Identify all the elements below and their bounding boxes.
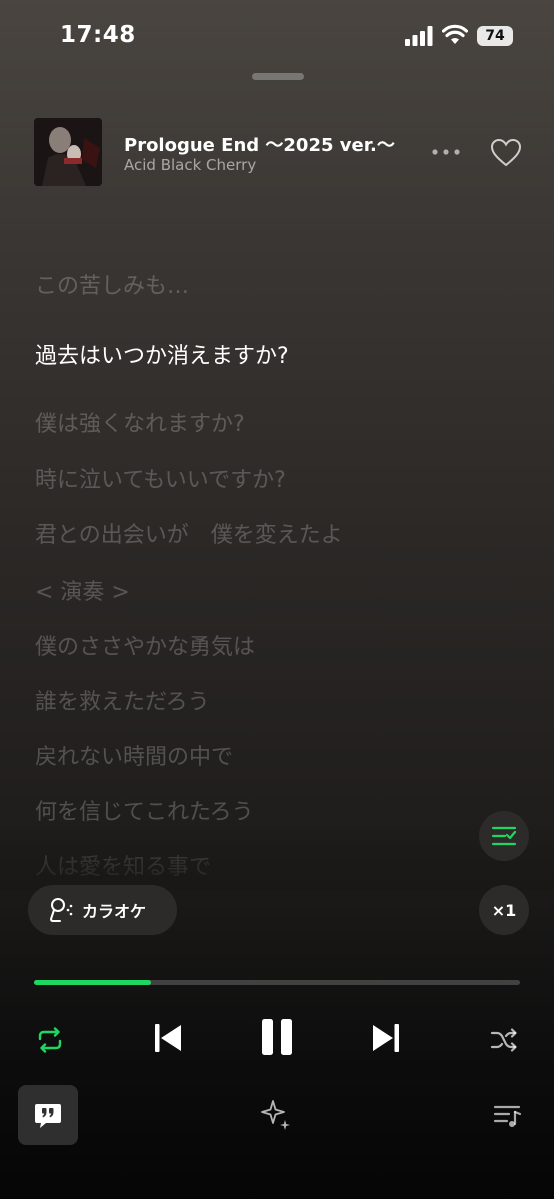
karaoke-label: カラオケ <box>82 902 147 921</box>
lyric-line[interactable]: 戻れない時間の中で <box>35 739 233 771</box>
lyric-line[interactable]: 僕のささやかな勇気は <box>35 629 255 661</box>
queue-icon <box>493 1105 522 1127</box>
lyrics-sync-button[interactable] <box>479 811 529 861</box>
karaoke-button[interactable]: カラオケ <box>28 885 177 935</box>
repeat-icon <box>38 1027 62 1053</box>
lyric-line[interactable]: 人は愛を知る事で <box>35 849 211 881</box>
pause-button[interactable] <box>254 1014 300 1060</box>
sheet-grabber[interactable] <box>252 73 304 80</box>
skip-next-icon <box>373 1024 399 1052</box>
shuffle-button[interactable] <box>484 1020 524 1060</box>
status-time: 17:48 <box>60 22 136 48</box>
wifi-icon <box>442 24 468 44</box>
battery-indicator: 74 <box>477 26 513 46</box>
album-art <box>34 118 102 186</box>
lyric-line[interactable]: < 演奏 > <box>35 574 130 606</box>
artist-name[interactable]: Acid Black Cherry <box>124 156 256 174</box>
lyric-line[interactable]: 何を信じてこれたろう <box>35 794 254 826</box>
previous-button[interactable] <box>146 1016 190 1060</box>
playback-speed-label: ×1 <box>491 900 517 920</box>
progress-bar[interactable] <box>34 980 520 985</box>
song-title[interactable]: Prologue End ～2025 ver.～ <box>124 131 395 157</box>
sparkle-icon <box>261 1100 290 1130</box>
cellular-signal-icon <box>405 26 433 46</box>
next-button[interactable] <box>364 1016 408 1060</box>
lyrics-button[interactable] <box>18 1085 78 1145</box>
like-heart-icon[interactable] <box>490 138 522 168</box>
repeat-button[interactable] <box>30 1020 70 1060</box>
skip-previous-icon <box>155 1024 181 1052</box>
lyric-line[interactable]: 僕は強くなれますか? <box>35 406 245 438</box>
sparkle-button[interactable] <box>256 1096 296 1134</box>
shuffle-icon <box>490 1028 517 1052</box>
more-options-icon[interactable] <box>430 140 462 164</box>
lyrics-list-check-icon <box>491 826 517 846</box>
lyric-line[interactable]: 時に泣いてもいいですか? <box>35 462 286 494</box>
lyric-line[interactable]: 君との出会いが 僕を変えたよ <box>35 517 343 549</box>
playback-speed-button[interactable]: ×1 <box>479 885 529 935</box>
pause-icon <box>262 1019 292 1055</box>
lyrics-icon <box>35 1104 61 1128</box>
lyric-line[interactable]: 誰を救えただろう <box>35 684 210 716</box>
lyric-line[interactable]: この苦しみも… <box>35 268 189 300</box>
microphone-icon <box>49 898 73 922</box>
progress-fill <box>34 980 151 985</box>
queue-button[interactable] <box>488 1098 528 1134</box>
lyric-line-current[interactable]: 過去はいつか消えますか? <box>35 338 289 370</box>
